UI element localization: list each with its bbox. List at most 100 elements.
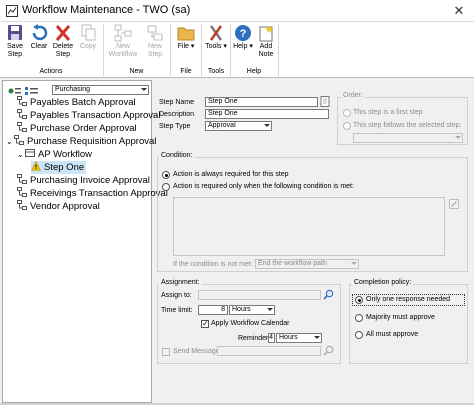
description-label: Description xyxy=(159,111,195,118)
tree-item-selected[interactable]: Step One xyxy=(31,161,87,174)
chevron-down-icon xyxy=(351,262,357,265)
add-note-button[interactable]: Add Note xyxy=(256,24,276,58)
chevron-down-icon xyxy=(455,136,461,139)
chevron-down-icon xyxy=(264,124,270,127)
search-icon[interactable] xyxy=(323,289,334,300)
save-step-button[interactable]: Save Step xyxy=(3,24,27,58)
only-when-label: Action is required only when the followi… xyxy=(173,183,354,190)
majority-radio[interactable] xyxy=(355,314,363,322)
copy-button[interactable]: Copy xyxy=(77,24,99,51)
new-workflow-label: New Workflow xyxy=(108,43,138,58)
ribbon-separator xyxy=(170,24,171,76)
workflow-folder-icon xyxy=(25,149,35,157)
clear-button[interactable]: Clear xyxy=(28,24,50,51)
new-step-label: New Step xyxy=(147,43,163,58)
collapse-icon[interactable]: ⌄ xyxy=(17,149,25,161)
new-step-button[interactable]: New Step xyxy=(143,24,167,58)
ribbon: Save Step Clear Delete Step Copy Actions… xyxy=(0,22,474,78)
close-icon[interactable]: ✕ xyxy=(448,1,470,21)
first-step-radio[interactable] xyxy=(343,109,351,117)
always-required-radio[interactable] xyxy=(162,171,170,179)
reminder-value[interactable]: 4 xyxy=(268,333,275,343)
new-workflow-button[interactable]: New Workflow xyxy=(106,24,140,58)
one-response-radio[interactable] xyxy=(355,296,363,304)
tree-item[interactable]: Purchase Order Approval xyxy=(17,122,137,135)
tools-button[interactable]: Tools ▾ xyxy=(203,24,229,51)
tree-item[interactable]: ⌄ AP Workflow xyxy=(17,148,92,161)
copy-icon xyxy=(78,24,98,42)
workflow-tree-panel: Purchasing Payables Batch Approval Payab… xyxy=(2,80,168,403)
tools-label: Tools ▾ xyxy=(205,43,227,50)
ribbon-separator xyxy=(278,24,279,76)
search-icon[interactable] xyxy=(323,345,334,356)
previous-step-dropdown[interactable] xyxy=(353,133,463,143)
delete-step-button[interactable]: Delete Step xyxy=(51,24,75,58)
help-button[interactable]: ? Help ▾ xyxy=(232,24,254,51)
workflow-icon xyxy=(17,122,27,132)
send-message-checkbox[interactable] xyxy=(162,348,170,356)
all-must-approve-label: All must approve xyxy=(366,331,419,338)
send-message-label: Send Message: xyxy=(173,348,222,355)
tree-item[interactable]: Purchasing Invoice Approval xyxy=(17,174,150,187)
description-field[interactable]: Step One xyxy=(205,109,329,119)
order-title: Order: xyxy=(341,92,365,99)
new-group-label: New xyxy=(129,68,144,75)
follows-step-radio[interactable] xyxy=(343,122,351,130)
svg-text:?: ? xyxy=(240,28,247,40)
tree-item[interactable]: Vendor Approval xyxy=(17,200,100,213)
send-message-field[interactable] xyxy=(217,346,321,356)
time-limit-value[interactable]: 8 xyxy=(198,305,228,315)
workflow-icon xyxy=(17,174,27,184)
workflow-icon xyxy=(113,24,133,42)
step-icon xyxy=(145,24,165,42)
tree-item[interactable]: Receivings Transaction Approval xyxy=(17,187,168,200)
add-note-label: Add Note xyxy=(258,43,274,58)
note-icon[interactable] xyxy=(320,96,330,107)
step-type-dropdown[interactable]: Approval xyxy=(205,121,272,131)
majority-label: Majority must approve xyxy=(366,314,435,321)
assign-to-field[interactable] xyxy=(198,290,321,300)
apply-calendar-checkbox[interactable]: ✓ xyxy=(201,320,209,328)
not-met-dropdown[interactable]: End the workflow path xyxy=(255,259,359,269)
chevron-down-icon xyxy=(314,336,320,339)
folder-icon xyxy=(176,24,196,42)
tools-group-label: Tools xyxy=(207,68,225,75)
collapse-icon[interactable]: ⌄ xyxy=(6,136,14,148)
chevron-down-icon xyxy=(141,88,147,91)
condition-expression-box[interactable] xyxy=(173,197,445,256)
undo-arrow-icon xyxy=(29,24,49,42)
workflow-type-dropdown[interactable]: Purchasing xyxy=(52,85,149,95)
workflow-icon xyxy=(17,187,27,197)
app-icon xyxy=(6,5,18,17)
ribbon-separator xyxy=(230,24,231,76)
actions-group-label: Actions xyxy=(39,68,63,75)
red-x-icon xyxy=(53,24,73,42)
tree-view-icons[interactable] xyxy=(8,86,48,96)
delete-step-label: Delete Step xyxy=(52,43,74,58)
assign-to-label: Assign to: xyxy=(161,292,192,299)
only-when-radio[interactable] xyxy=(162,183,170,191)
assignment-title: Assignment: xyxy=(159,279,202,286)
time-limit-unit-dropdown[interactable]: Hours xyxy=(229,305,275,315)
step-name-field[interactable]: Step One xyxy=(205,97,318,107)
tree-item[interactable]: ⌄ Purchase Requisition Approval xyxy=(6,135,156,148)
all-must-approve-radio[interactable] xyxy=(355,331,363,339)
file-button[interactable]: File ▾ xyxy=(173,24,199,51)
help-label: Help ▾ xyxy=(233,43,253,50)
condition-title: Condition: xyxy=(159,152,195,159)
ribbon-separator xyxy=(201,24,202,76)
follows-step-label: This step follows the selected step: xyxy=(353,122,462,129)
tree-item[interactable]: Payables Batch Approval xyxy=(17,96,136,109)
help-icon: ? xyxy=(233,24,253,42)
tree-item[interactable]: Payables Transaction Approval xyxy=(17,109,160,122)
apply-calendar-label: Apply Workflow Calendar xyxy=(211,320,290,327)
workflow-icon xyxy=(17,200,27,210)
note-icon xyxy=(256,24,276,42)
workflow-icon xyxy=(17,96,27,106)
save-step-label: Save Step xyxy=(7,43,23,58)
step-type-label: Step Type xyxy=(159,123,191,130)
edit-condition-icon[interactable] xyxy=(449,199,459,209)
step-name-label: Step Name xyxy=(159,99,195,106)
reminder-unit-dropdown[interactable]: Hours xyxy=(276,333,322,343)
chevron-down-icon xyxy=(267,308,273,311)
